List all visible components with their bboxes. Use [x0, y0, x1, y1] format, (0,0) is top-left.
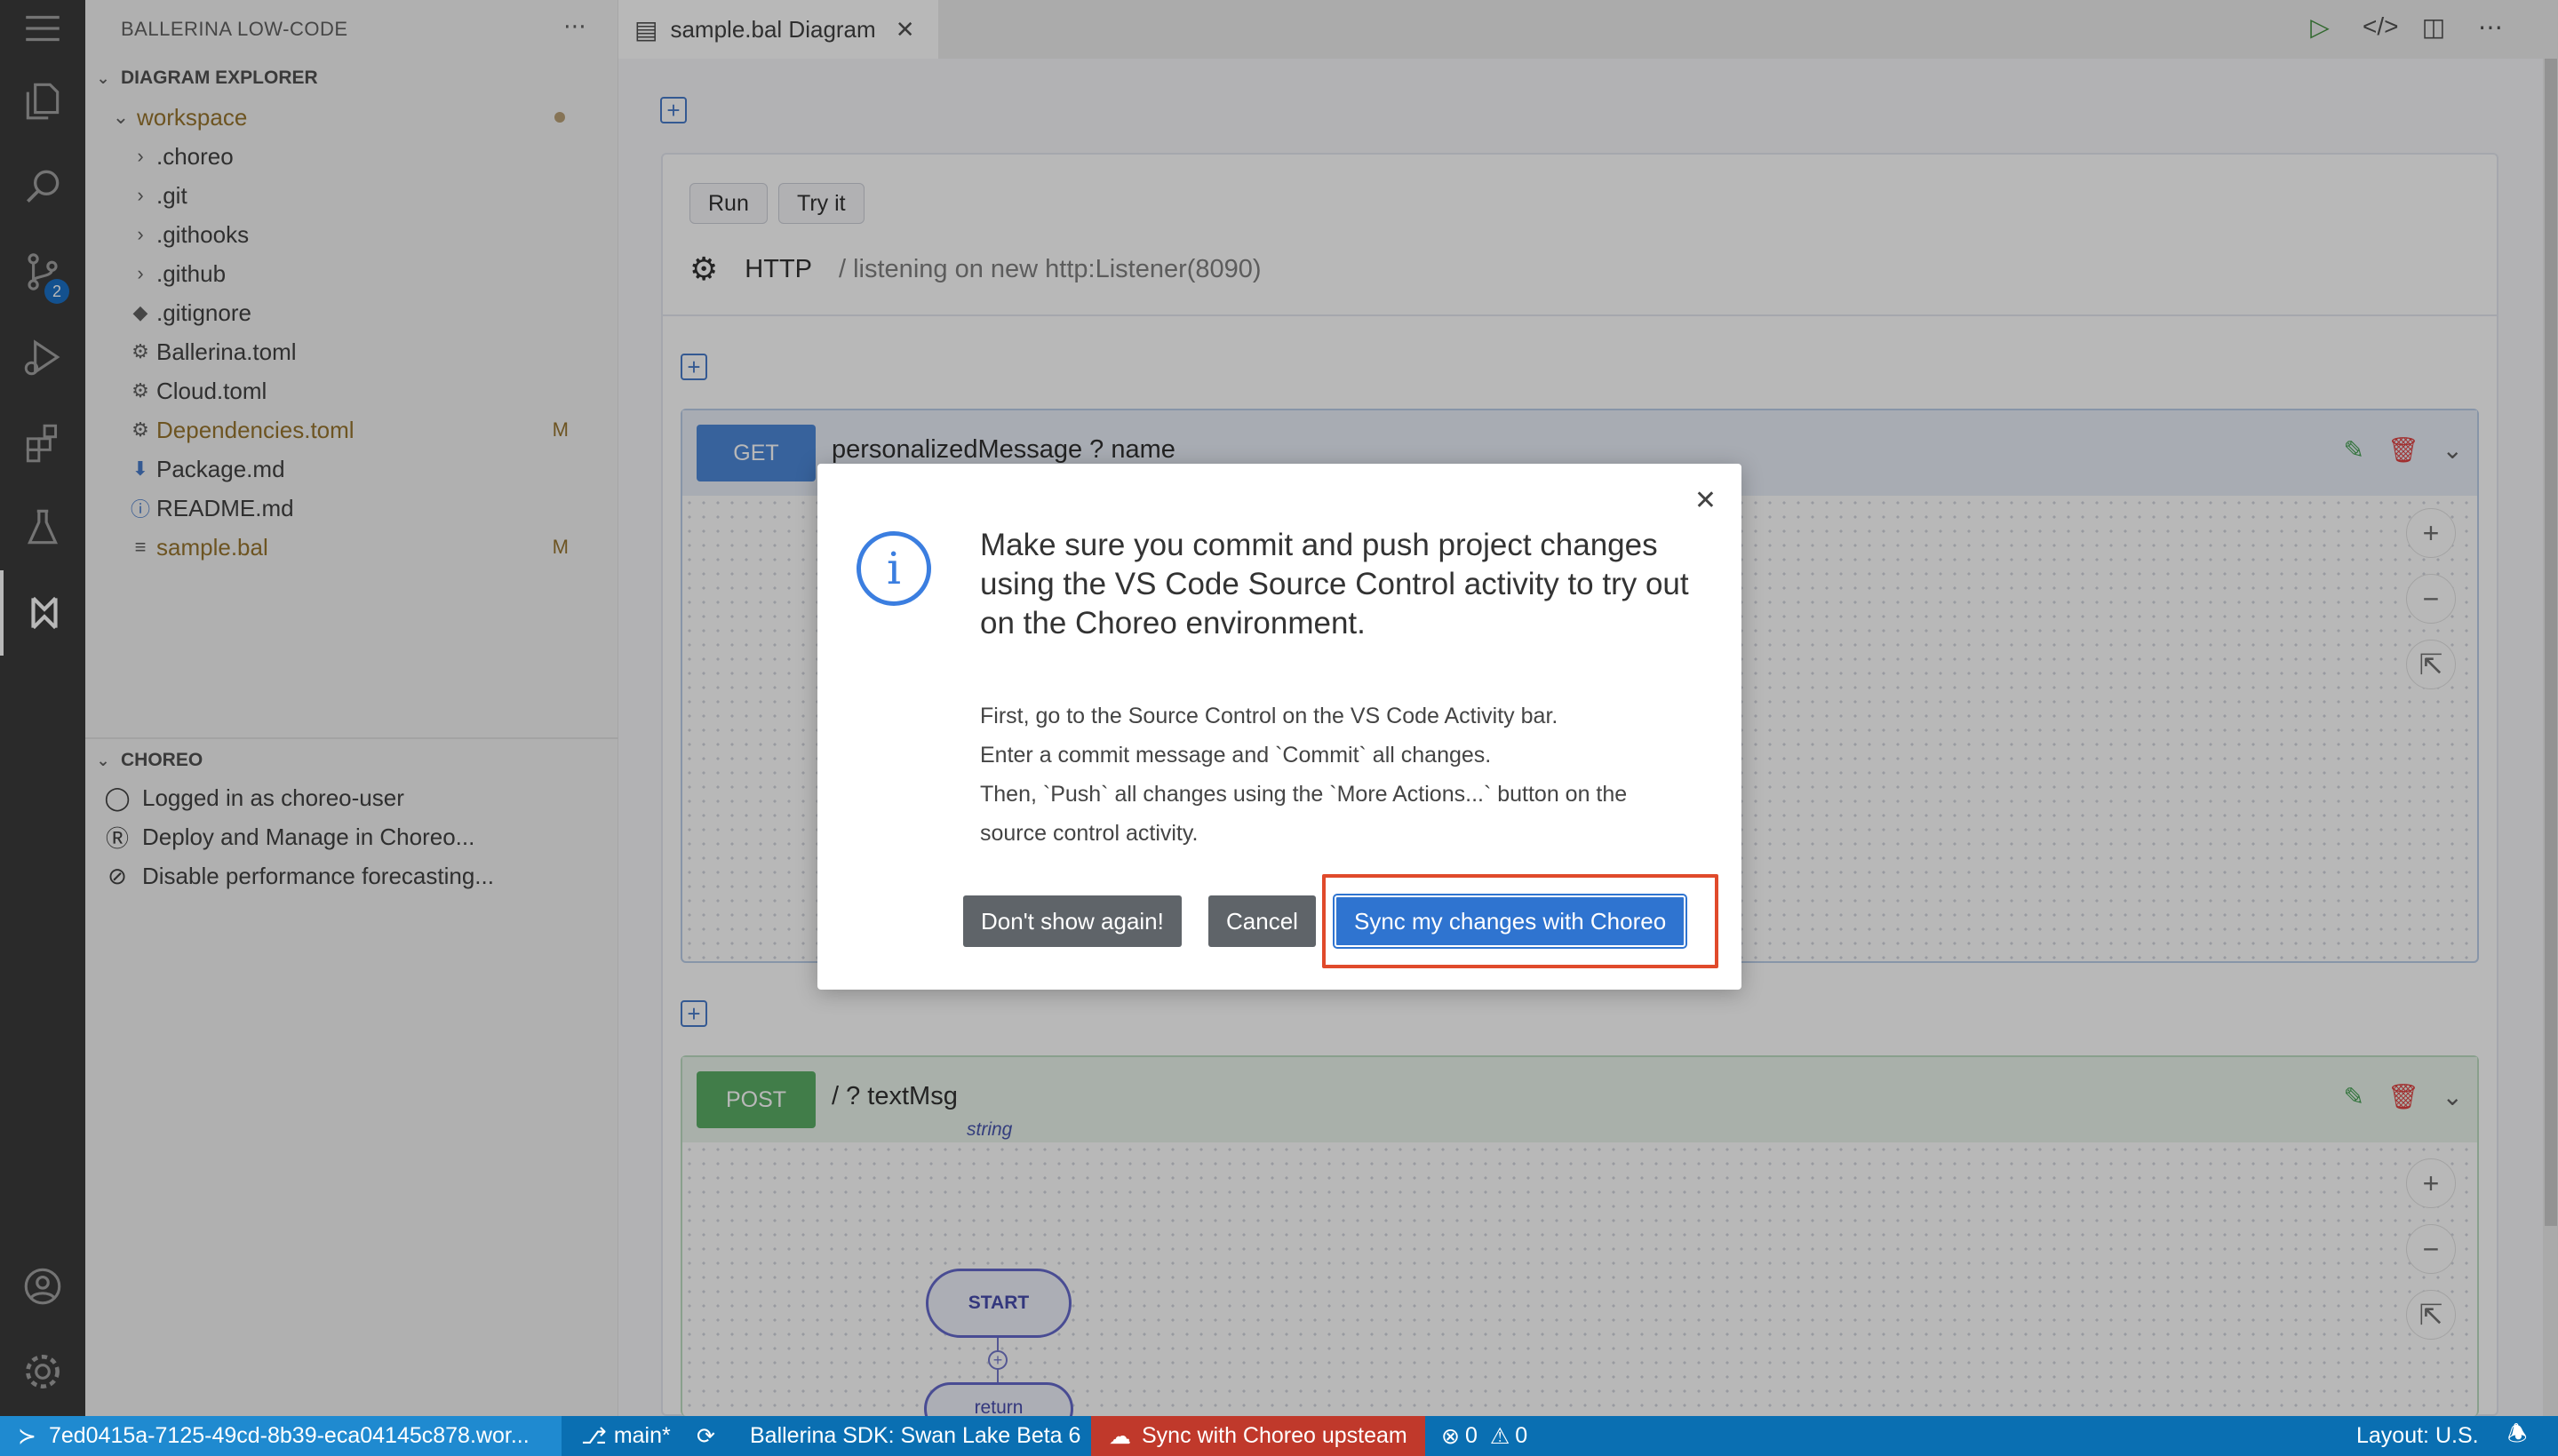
dialog-body: First, go to the Source Control on the V…	[980, 696, 1709, 853]
cancel-button[interactable]: Cancel	[1208, 895, 1316, 947]
remote-icon: ≻	[18, 1423, 36, 1449]
highlight-box	[1322, 874, 1718, 968]
dialog-body-line: source control activity.	[980, 821, 1199, 846]
bell-icon[interactable]: 🕭	[2507, 1416, 2527, 1456]
keyboard-layout[interactable]: Layout: U.S.	[2356, 1416, 2479, 1456]
sync-icon[interactable]: ⟳	[697, 1416, 715, 1456]
branch-label: main*	[613, 1423, 671, 1448]
problems-indicator[interactable]: ⊗ 0 ⚠ 0	[1441, 1416, 1527, 1456]
error-count: 0	[1464, 1423, 1478, 1448]
remote-indicator[interactable]: ≻ 7ed0415a-7125-49cd-8b39-eca04145c878.w…	[0, 1416, 562, 1456]
dialog-title: Make sure you commit and push project ch…	[980, 528, 1689, 640]
dialog-body-line: Enter a commit message and `Commit` all …	[980, 743, 1492, 768]
dialog-body-line: First, go to the Source Control on the V…	[980, 704, 1558, 728]
status-bar: ≻ 7ed0415a-7125-49cd-8b39-eca04145c878.w…	[0, 1416, 2558, 1456]
error-icon: ⊗	[1441, 1423, 1460, 1449]
cloud-icon: ☁	[1109, 1423, 1131, 1449]
warning-icon: ⚠	[1489, 1423, 1510, 1449]
dialog-body-line: Then, `Push` all changes using the `More…	[980, 782, 1628, 807]
ballerina-sdk[interactable]: Ballerina SDK: Swan Lake Beta 6	[750, 1416, 1080, 1456]
choreo-sync-indicator[interactable]: ☁ Sync with Choreo upsteam	[1091, 1416, 1425, 1456]
branch-icon: ⎇	[581, 1423, 607, 1449]
dont-show-again-button[interactable]: Don't show again!	[963, 895, 1182, 947]
info-icon: i	[857, 531, 931, 606]
close-icon[interactable]: ✕	[1694, 485, 1717, 516]
branch-indicator[interactable]: ⎇ main*	[581, 1416, 671, 1456]
remote-label: 7ed0415a-7125-49cd-8b39-eca04145c878.wor…	[48, 1423, 530, 1448]
choreo-sync-label: Sync with Choreo upsteam	[1142, 1423, 1407, 1448]
warning-count: 0	[1515, 1423, 1528, 1448]
